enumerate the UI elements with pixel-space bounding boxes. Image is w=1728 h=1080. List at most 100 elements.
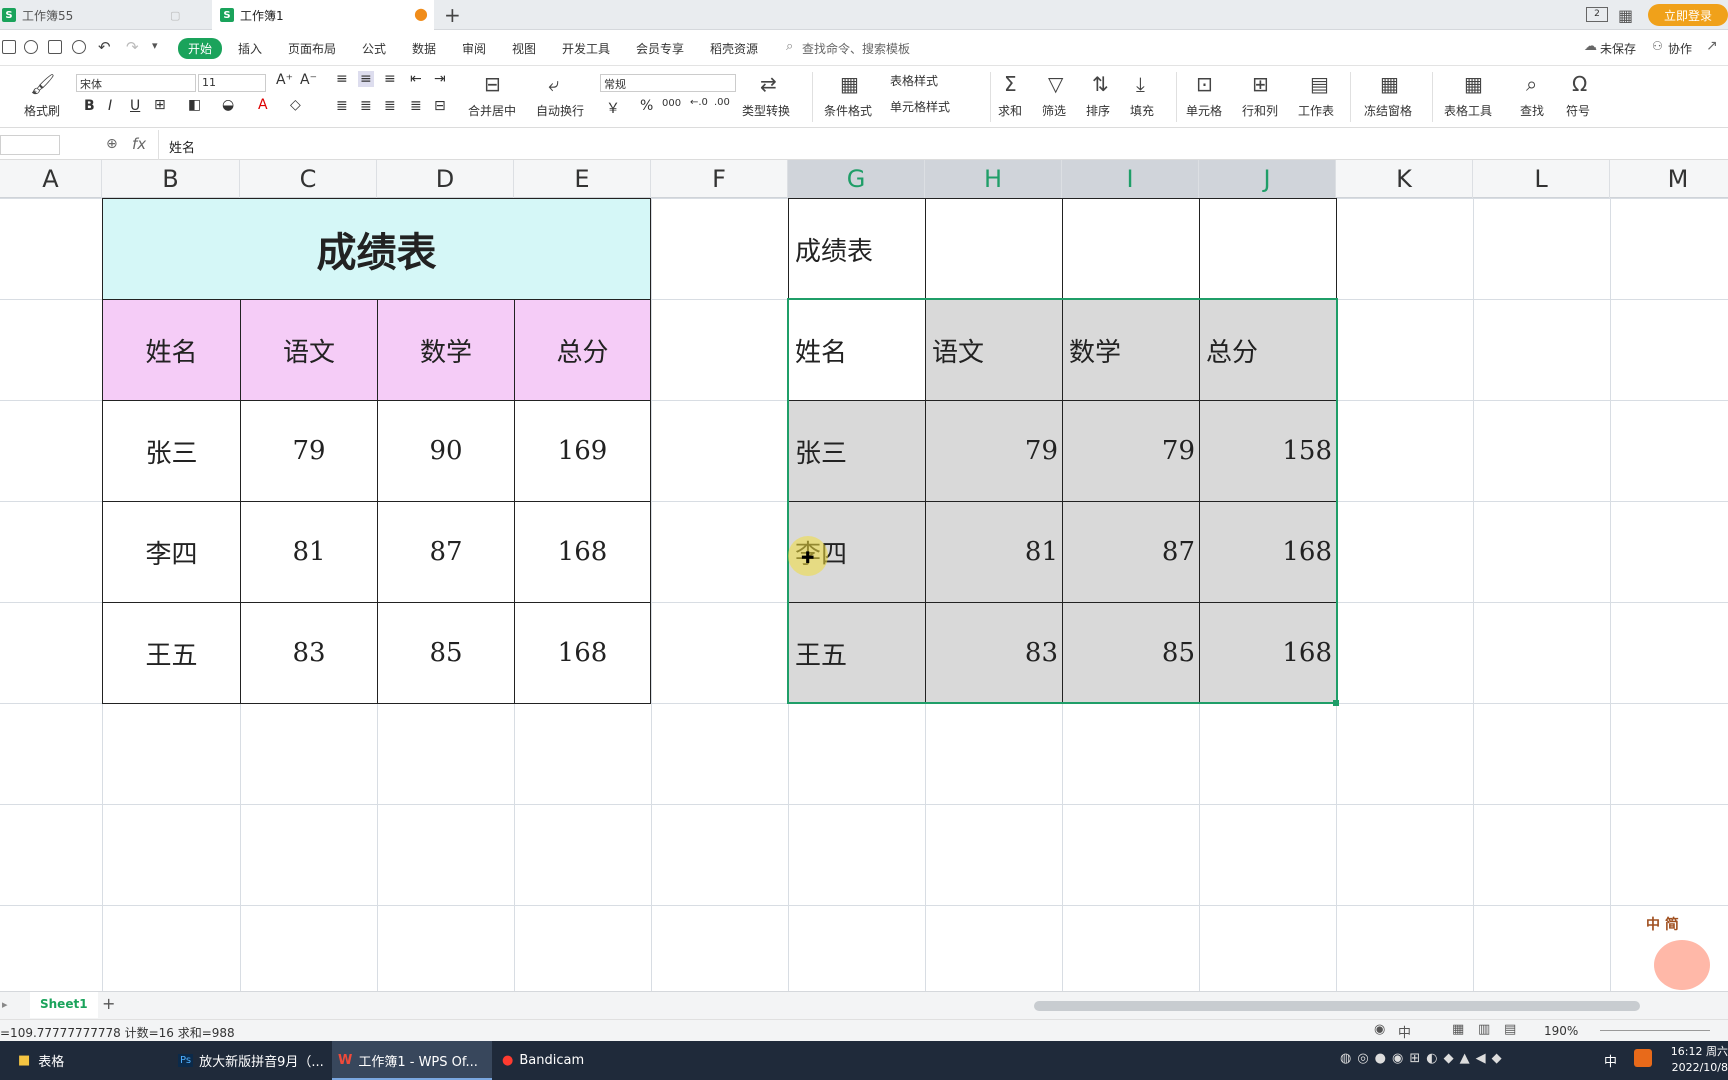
column-header-d[interactable]: D [377, 160, 514, 198]
right-cell[interactable] [1199, 198, 1337, 300]
clear-icon[interactable]: ◇ [290, 97, 301, 113]
right-cell[interactable] [925, 198, 1063, 300]
wrap-text-label[interactable]: 自动换行 [536, 102, 584, 119]
freeze-panes-label[interactable]: 冻结窗格 [1364, 102, 1412, 119]
thousands-button[interactable]: 000 [662, 98, 681, 109]
normal-view-icon[interactable]: ▦ [1452, 1022, 1464, 1037]
tab-workbook1[interactable]: S 工作簿1 ● [212, 0, 434, 30]
cell-label[interactable]: 单元格 [1186, 102, 1222, 119]
left-cell[interactable]: 90 [377, 400, 515, 502]
formula-input[interactable]: 姓名 [158, 130, 1728, 160]
login-button[interactable]: 立即登录 [1648, 4, 1728, 26]
function-icon[interactable]: fx [132, 135, 146, 153]
row-col-label[interactable]: 行和列 [1242, 102, 1278, 119]
column-header-k[interactable]: K [1336, 160, 1473, 198]
left-cell[interactable]: 168 [514, 501, 651, 603]
number-format-select[interactable]: 常规 [600, 74, 736, 92]
column-header-e[interactable]: E [514, 160, 651, 198]
add-sheet-button[interactable]: + [102, 994, 115, 1013]
freeze-panes-icon[interactable]: ▦ [1380, 72, 1399, 96]
align-right-icon[interactable]: ≣ [384, 98, 396, 114]
column-header-m[interactable]: M [1610, 160, 1728, 198]
column-header-h[interactable]: H [925, 160, 1062, 198]
left-cell[interactable]: 169 [514, 400, 651, 502]
left-cell[interactable]: 81 [240, 501, 378, 603]
column-header-f[interactable]: F [651, 160, 788, 198]
menu-data[interactable]: 数据 [412, 40, 436, 57]
eye-protect-icon[interactable]: ◉ [1374, 1022, 1385, 1037]
percent-button[interactable]: % [640, 98, 653, 114]
fill-label[interactable]: 填充 [1130, 102, 1154, 119]
increase-decimal-icon[interactable]: ←.0 [690, 97, 708, 108]
left-cell[interactable]: 李四 [102, 501, 241, 603]
collaborate-button[interactable]: 协作 [1668, 40, 1692, 57]
font-color-icon[interactable]: A [258, 97, 268, 113]
chevron-down-icon[interactable]: ▾ [152, 39, 158, 52]
taskbar-item-wps[interactable]: W 工作簿1 - WPS Of... [332, 1041, 492, 1080]
conditional-format-icon[interactable]: ▦ [840, 72, 859, 96]
font-name-select[interactable]: 宋体 [76, 74, 196, 92]
wrap-text-icon[interactable]: ⤶ [548, 72, 559, 96]
symbol-label[interactable]: 符号 [1566, 102, 1590, 119]
conditional-format-label[interactable]: 条件格式 [824, 102, 872, 119]
sum-icon[interactable]: Σ [1004, 72, 1017, 96]
row-col-icon[interactable]: ⊞ [1252, 72, 1269, 96]
left-cell[interactable]: 王五 [102, 602, 241, 704]
menu-member[interactable]: 会员专享 [636, 40, 684, 57]
sheet-tab-sheet1[interactable]: Sheet1 [30, 992, 98, 1018]
print-icon[interactable] [48, 40, 62, 54]
right-cell[interactable] [1062, 198, 1200, 300]
symbol-icon[interactable]: Ω [1572, 72, 1587, 96]
decrease-font-icon[interactable]: A⁻ [300, 72, 317, 88]
format-painter-label[interactable]: 格式刷 [24, 102, 60, 119]
menu-formulas[interactable]: 公式 [362, 40, 386, 57]
command-search[interactable]: 查找命令、搜索模板 [802, 40, 910, 57]
align-top-icon[interactable]: ≡ [336, 71, 348, 87]
column-header-a[interactable]: A [0, 160, 102, 198]
fill-color-icon[interactable]: ◧ [188, 97, 201, 113]
decrease-decimal-icon[interactable]: .00 [714, 97, 730, 108]
type-convert-icon[interactable]: ⇄ [760, 72, 777, 96]
table-tools-icon[interactable]: ▦ [1464, 72, 1483, 96]
merge-center-label[interactable]: 合并居中 [468, 102, 516, 119]
column-header-c[interactable]: C [240, 160, 377, 198]
filter-icon[interactable]: ▽ [1048, 72, 1063, 96]
align-bottom-icon[interactable]: ≡ [384, 71, 396, 87]
align-middle-icon[interactable]: ≡ [358, 71, 374, 87]
left-cell[interactable]: 85 [377, 602, 515, 704]
menu-page-layout[interactable]: 页面布局 [288, 40, 336, 57]
taskbar-item-photoshop[interactable]: Ps 放大新版拼音9月（... [172, 1041, 328, 1080]
zoom-level[interactable]: 190% [1544, 1024, 1578, 1038]
clock-date[interactable]: 2022/10/8 [1662, 1061, 1728, 1074]
unsaved-status[interactable]: 未保存 [1600, 40, 1636, 57]
taskbar-item-bandicam[interactable]: ● Bandicam [496, 1041, 646, 1080]
zoom-slider[interactable] [1600, 1030, 1710, 1031]
border-icon[interactable]: ⊞ [154, 97, 166, 113]
grid-apps-icon[interactable]: ▦ [1618, 6, 1633, 25]
table-tools-label[interactable]: 表格工具 [1444, 102, 1492, 119]
right-table-title[interactable]: 成绩表 [788, 198, 926, 300]
menu-review[interactable]: 审阅 [462, 40, 486, 57]
left-cell[interactable]: 87 [377, 501, 515, 603]
table-style-button[interactable]: 表格样式 [890, 72, 938, 89]
find-label[interactable]: 查找 [1520, 102, 1544, 119]
system-tray-icons[interactable]: ◍◎●◉⊞◐◆▲◀◆ [1340, 1051, 1508, 1066]
preview-icon[interactable] [72, 40, 86, 54]
underline-button[interactable]: U [130, 98, 140, 114]
left-header-total[interactable]: 总分 [514, 299, 651, 401]
menu-docer[interactable]: 稻壳资源 [710, 40, 758, 57]
distributed-icon[interactable]: ⊟ [434, 98, 446, 114]
left-header-name[interactable]: 姓名 [102, 299, 241, 401]
sum-label[interactable]: 求和 [998, 102, 1022, 119]
column-header-i[interactable]: I [1062, 160, 1199, 198]
align-left-icon[interactable]: ≣ [336, 98, 348, 114]
left-header-math[interactable]: 数学 [377, 299, 515, 401]
share-icon[interactable]: ↗ [1706, 38, 1718, 54]
left-table-title[interactable]: 成绩表 [102, 198, 651, 300]
column-header-b[interactable]: B [102, 160, 240, 198]
page-layout-view-icon[interactable]: ▥ [1478, 1022, 1490, 1037]
increase-font-icon[interactable]: A⁺ [276, 72, 293, 88]
indent-increase-icon[interactable]: ⇥ [434, 71, 446, 87]
left-cell[interactable]: 83 [240, 602, 378, 704]
cell-icon[interactable]: ⊡ [1196, 72, 1213, 96]
